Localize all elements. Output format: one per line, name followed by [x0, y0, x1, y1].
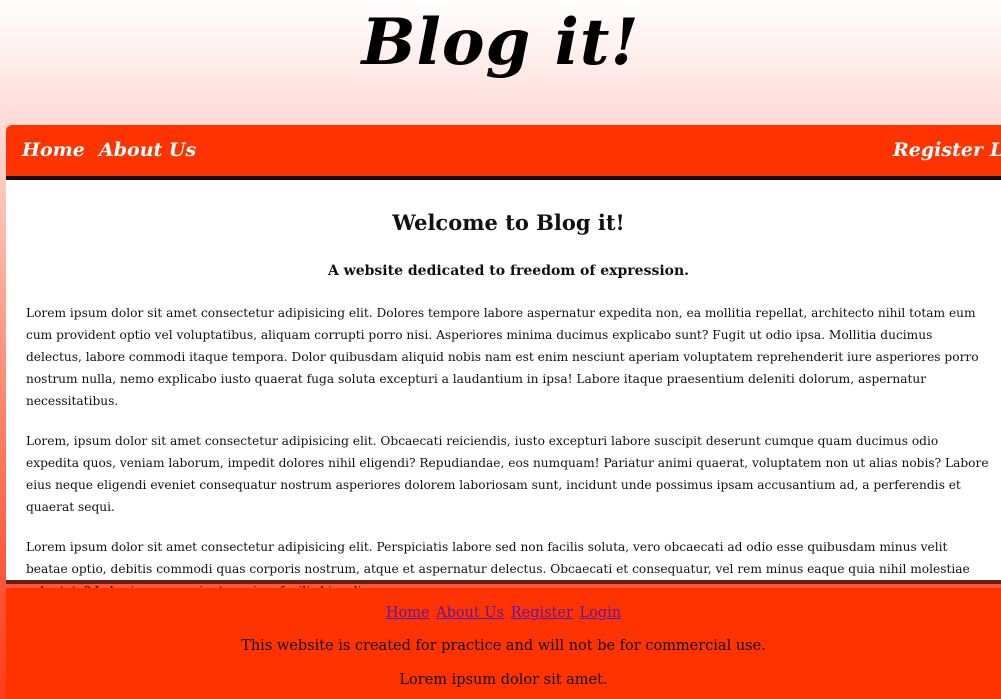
nav-about-link[interactable]: About Us — [99, 125, 196, 176]
footer-about-link[interactable]: About Us — [436, 605, 504, 621]
page-tagline: A website dedicated to freedom of expres… — [327, 263, 690, 279]
site-header: Blog it! — [0, 0, 1001, 124]
site-logo[interactable]: Blog it! — [361, 4, 639, 82]
content-paragraph-1: Lorem ipsum dolor sit amet consectetur a… — [26, 306, 979, 408]
footer-home-link[interactable]: Home — [386, 605, 430, 621]
site-footer: Home About Us Register Login This websit… — [6, 588, 1001, 699]
main-nav: Home About Us Register Login — [6, 125, 1001, 180]
main-content: Welcome to Blog it! A website dedicated … — [6, 180, 1001, 598]
page-title: Welcome to Blog it! — [392, 210, 625, 235]
footer-extra-text: Lorem ipsum dolor sit amet. — [399, 672, 608, 688]
footer-notice: This website is created for practice and… — [241, 638, 766, 654]
footer-register-link[interactable]: Register — [511, 605, 573, 621]
nav-register-link[interactable]: Register — [893, 125, 983, 176]
content-paragraph-2: Lorem, ipsum dolor sit amet consectetur … — [26, 434, 989, 514]
footer-links: Home About Us Register Login — [6, 603, 1001, 623]
nav-login-link[interactable]: Login — [990, 125, 1001, 176]
footer-login-link[interactable]: Login — [580, 605, 622, 621]
nav-home-link[interactable]: Home — [22, 125, 85, 176]
